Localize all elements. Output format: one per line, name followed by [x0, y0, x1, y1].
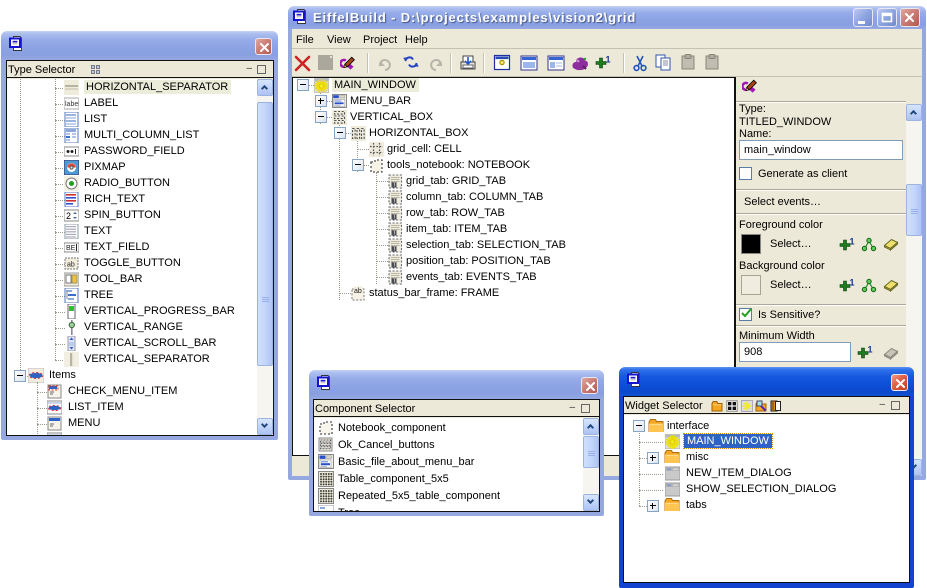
svg-text:1: 1: [606, 55, 611, 65]
svg-text:BE: BE: [66, 245, 76, 252]
svg-text:2: 2: [66, 211, 71, 221]
svg-text:1: 1: [868, 345, 873, 355]
svg-text:ab: ab: [354, 288, 362, 295]
svg-text:ab: ab: [67, 262, 75, 269]
svg-text:1: 1: [850, 237, 855, 247]
svg-text:1: 1: [850, 278, 855, 288]
svg-text:label: label: [65, 101, 79, 108]
